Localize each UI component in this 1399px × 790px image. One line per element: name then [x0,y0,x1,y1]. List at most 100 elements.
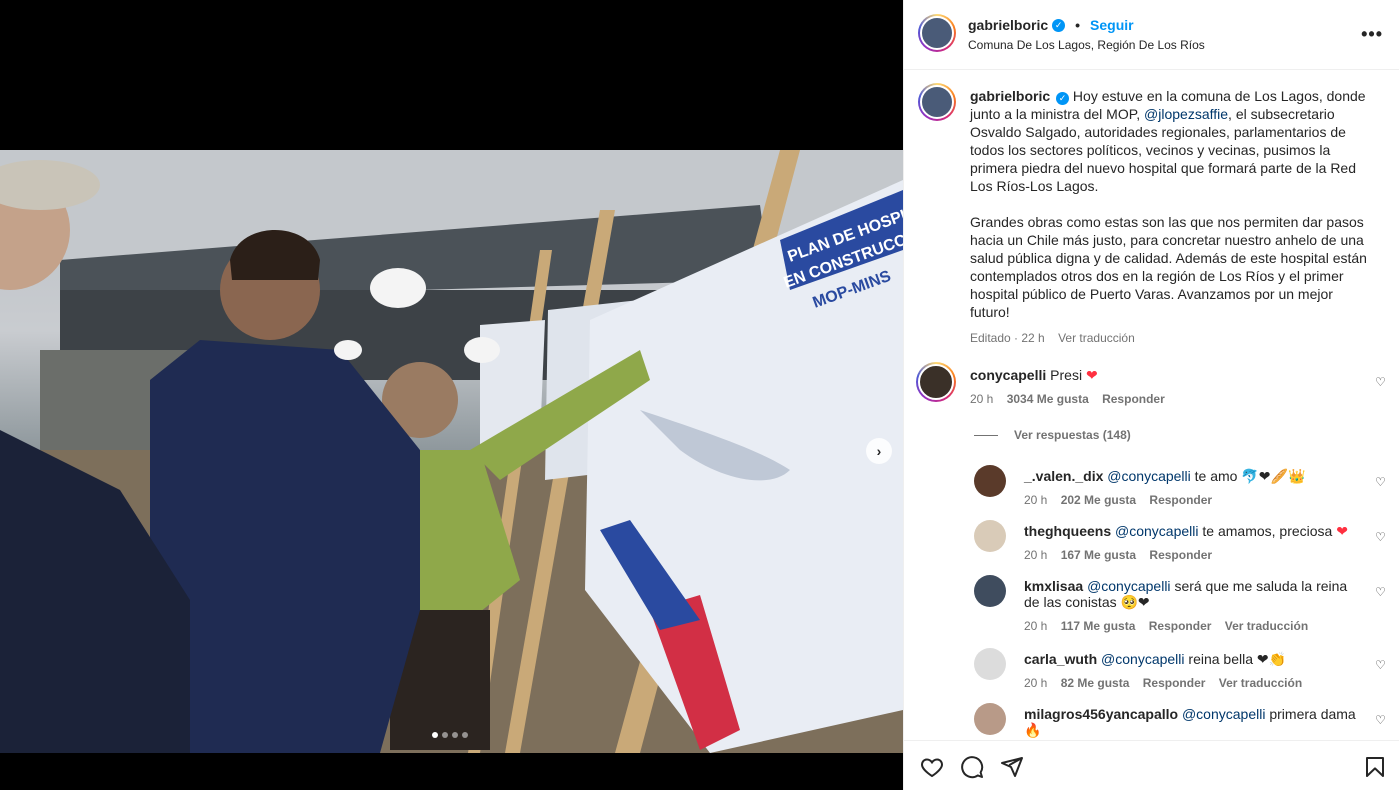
reply-meta: 20 h 82 Me gusta Responder Ver traducció… [1024,676,1364,690]
reply-avatar[interactable] [974,648,1006,680]
caption-username[interactable]: gabrielboric [970,88,1050,104]
verified-icon: ✓ [1052,18,1066,32]
carousel-dot [442,732,448,738]
comment-meta: 20 h 3034 Me gusta Responder [970,392,1350,406]
comment-text: Presi [1050,367,1083,383]
author-avatar[interactable] [918,14,956,52]
reply-avatar[interactable] [974,575,1006,607]
comment-item: conycapelli Presi ❤ 20 h 3034 Me gusta R… [970,367,1350,406]
verified-icon: ✓ [1056,91,1070,105]
reply-avatar[interactable] [974,703,1006,735]
reply-mention[interactable]: @conycapelli [1087,578,1170,594]
like-button[interactable] [920,755,944,779]
heart-icon[interactable]: ♡ [1375,586,1387,598]
save-button[interactable] [1363,755,1387,779]
comment-emoji: ❤ [1085,367,1098,383]
reply-username[interactable]: theghqueens [1024,523,1111,539]
reply-mention[interactable]: @conycapelli [1101,651,1184,667]
reply-emoji: 🐬❤🥖👑 [1241,468,1306,484]
reply-avatar[interactable] [974,520,1006,552]
caption-meta: Editado · 22 h Ver traducción [970,329,1370,347]
share-button[interactable] [1000,755,1024,779]
comment-username[interactable]: conycapelli [970,367,1046,383]
reply-likes[interactable]: 202 Me gusta [1061,493,1136,507]
reply-time: 20 h [1024,676,1048,690]
comment-likes[interactable]: 3034 Me gusta [1007,392,1089,406]
view-replies-line [974,434,998,436]
caption-mention[interactable]: @jlopezsaffie [1144,106,1228,122]
chevron-right-icon: › [876,443,882,459]
reply-reply-button[interactable]: Responder [1149,493,1212,507]
reply-time: 20 h [1024,493,1048,507]
carousel-next-button[interactable]: › [866,438,892,464]
reply-avatar[interactable] [974,465,1006,497]
post-photo: PLAN DE HOSPI EN CONSTRUCC MOP-MINS [0,150,903,753]
post-header: gabrielboric ✓ • Seguir Comuna De Los La… [904,0,1399,70]
reply-mention[interactable]: @conycapelli [1115,523,1198,539]
share-icon [1001,757,1023,777]
reply-username[interactable]: milagros456yancapallo [1024,706,1178,722]
reply-likes[interactable]: 117 Me gusta [1061,619,1136,633]
heart-icon[interactable]: ♡ [1375,476,1387,488]
author-username[interactable]: gabrielboric [968,17,1048,33]
reply-text: reina bella [1188,651,1254,667]
caption-avatar[interactable] [918,83,956,121]
comment-avatar[interactable] [916,362,956,402]
more-icon[interactable]: ••• [1361,24,1383,45]
reply-item: carla_wuth @conycapelli reina bella ❤👏 2… [1024,651,1364,690]
reply-mention[interactable]: @conycapelli [1182,706,1265,722]
comment-button[interactable] [960,755,984,779]
carousel-dot [462,732,468,738]
comment-icon [961,756,984,779]
reply-time: 20 h [1024,619,1048,633]
caption-edited: Editado · 22 h [970,331,1045,345]
reply-likes[interactable]: 167 Me gusta [1061,548,1136,562]
reply-text: primera dama [1269,706,1356,722]
carousel-dot [432,732,438,738]
photo-illustration: PLAN DE HOSPI EN CONSTRUCC MOP-MINS [0,150,903,753]
reply-emoji: 🥺❤ [1120,594,1150,610]
heart-icon[interactable]: ♡ [1375,531,1387,543]
reply-time: 20 h [1024,548,1048,562]
comment-time: 20 h [970,392,994,406]
heart-icon[interactable]: ♡ [1375,714,1387,726]
author-line: gabrielboric ✓ • Seguir [968,17,1134,33]
heart-icon[interactable]: ♡ [1375,659,1387,671]
reply-translate-link[interactable]: Ver traducción [1225,619,1308,633]
reply-username[interactable]: carla_wuth [1024,651,1097,667]
reply-item: kmxlisaa @conycapelli será que me saluda… [1024,578,1364,633]
bookmark-icon [1366,757,1384,777]
reply-emoji: 🔥 [1024,722,1042,738]
post-location[interactable]: Comuna De Los Lagos, Región De Los Ríos [968,38,1205,52]
reply-text: te amo [1194,468,1238,484]
reply-reply-button[interactable]: Responder [1149,619,1212,633]
follow-button[interactable]: Seguir [1090,17,1134,33]
reply-mention[interactable]: @conycapelli [1107,468,1190,484]
comment-reply-button[interactable]: Responder [1102,392,1165,406]
reply-item: theghqueens @conycapelli te amamos, prec… [1024,523,1364,562]
reply-meta: 20 h 167 Me gusta Responder [1024,548,1364,562]
view-replies-button[interactable]: Ver respuestas (148) [974,428,1131,442]
reply-username[interactable]: _.valen._dix [1024,468,1103,484]
caption-paragraph-2: Grandes obras como estas son las que nos… [970,214,1367,320]
carousel-dot [452,732,458,738]
reply-item: milagros456yancapallo @conycapelli prime… [1024,706,1364,739]
action-bar [904,740,1399,790]
reply-likes[interactable]: 82 Me gusta [1061,676,1130,690]
reply-reply-button[interactable]: Responder [1149,548,1212,562]
separator-dot: • [1075,17,1081,33]
heart-icon[interactable]: ♡ [1375,376,1387,388]
carousel-dots [432,732,468,738]
caption-translate-link[interactable]: Ver traducción [1058,331,1135,345]
reply-emoji: ❤ [1336,523,1348,539]
reply-reply-button[interactable]: Responder [1143,676,1206,690]
reply-text: te amamos, preciosa [1202,523,1333,539]
heart-icon [921,758,943,778]
reply-translate-link[interactable]: Ver traducción [1219,676,1302,690]
reply-meta: 20 h 202 Me gusta Responder [1024,493,1364,507]
reply-username[interactable]: kmxlisaa [1024,578,1083,594]
reply-meta: 20 h 117 Me gusta Responder Ver traducci… [1024,619,1364,633]
post-media: PLAN DE HOSPI EN CONSTRUCC MOP-MINS › [0,0,903,790]
reply-item: _.valen._dix @conycapelli te amo 🐬❤🥖👑 20… [1024,468,1364,507]
view-replies-label[interactable]: Ver respuestas (148) [1014,428,1131,442]
